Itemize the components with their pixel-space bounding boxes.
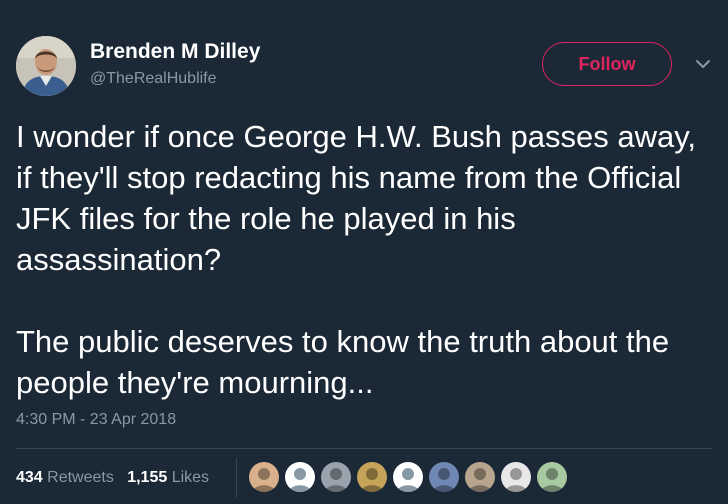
liker-avatar[interactable] — [500, 461, 532, 493]
likes-count: 1,155 — [127, 469, 168, 486]
avatar[interactable] — [16, 36, 76, 96]
divider — [16, 448, 712, 449]
liker-avatar[interactable] — [248, 461, 280, 493]
user-avatar-icon — [249, 462, 279, 492]
liker-avatar[interactable] — [464, 461, 496, 493]
stats-divider — [236, 458, 237, 498]
user-avatar-icon — [429, 462, 459, 492]
user-avatar-icon — [537, 462, 567, 492]
author-handle[interactable]: @TheRealHublife — [90, 70, 217, 88]
author-name[interactable]: Brenden M Dilley — [90, 40, 260, 64]
user-avatar-icon — [465, 462, 495, 492]
user-avatar-icon — [501, 462, 531, 492]
user-avatar-icon — [16, 36, 76, 96]
likes-label: Likes — [171, 469, 210, 486]
user-avatar-icon — [357, 462, 387, 492]
tweet-paragraph: The public deserves to know the truth ab… — [16, 324, 670, 400]
follow-button[interactable]: Follow — [542, 42, 672, 86]
retweets-label: Retweets — [47, 469, 114, 486]
default-avatar-icon — [285, 462, 315, 492]
chevron-down-icon[interactable] — [694, 58, 712, 70]
likers-avatars — [248, 461, 572, 495]
user-avatar-icon — [321, 462, 351, 492]
default-avatar-icon — [393, 462, 423, 492]
liker-avatar[interactable] — [284, 461, 316, 493]
liker-avatar[interactable] — [320, 461, 352, 493]
retweets-stat[interactable]: 434 Retweets — [16, 469, 114, 486]
tweet-timestamp[interactable]: 4:30 PM - 23 Apr 2018 — [16, 411, 176, 429]
tweet-stats: 434 Retweets 1,155 Likes — [16, 469, 209, 487]
liker-avatar[interactable] — [356, 461, 388, 493]
tweet-paragraph: I wonder if once George H.W. Bush passes… — [16, 119, 697, 277]
liker-avatar[interactable] — [536, 461, 568, 493]
likes-stat[interactable]: 1,155 Likes — [127, 469, 209, 486]
retweets-count: 434 — [16, 469, 43, 486]
liker-avatar[interactable] — [392, 461, 424, 493]
liker-avatar[interactable] — [428, 461, 460, 493]
tweet-text: I wonder if once George H.W. Bush passes… — [16, 116, 716, 403]
tweet-card: Brenden M Dilley @TheRealHublife Follow … — [0, 0, 728, 504]
